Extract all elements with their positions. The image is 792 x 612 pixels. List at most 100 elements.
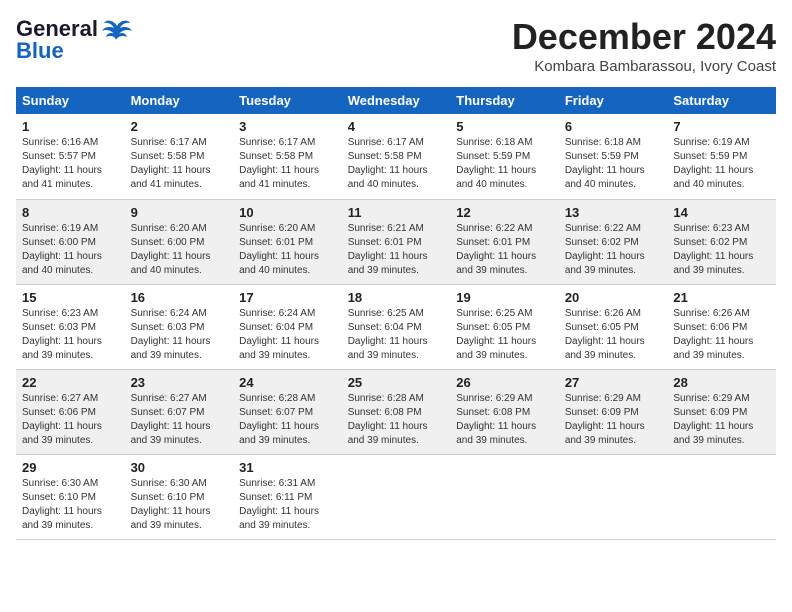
calendar-cell: 6 Sunrise: 6:18 AM Sunset: 5:59 PM Daylig… (559, 114, 668, 199)
page-header: General Blue December 2024 Kombara Bamba… (16, 16, 776, 75)
calendar-cell: 30 Sunrise: 6:30 AM Sunset: 6:10 PM Dayli… (125, 454, 234, 539)
day-info: Sunrise: 6:30 AM Sunset: 6:10 PM Dayligh… (131, 477, 228, 533)
day-number: 18 (348, 290, 445, 305)
day-info: Sunrise: 6:26 AM Sunset: 6:05 PM Dayligh… (565, 307, 662, 363)
day-number: 19 (456, 290, 553, 305)
header-sunday: Sunday (16, 87, 125, 114)
day-number: 8 (22, 205, 119, 220)
day-info: Sunrise: 6:21 AM Sunset: 6:01 PM Dayligh… (348, 222, 445, 278)
week-row-5: 29 Sunrise: 6:30 AM Sunset: 6:10 PM Dayli… (16, 454, 776, 539)
calendar-cell (450, 454, 559, 539)
day-number: 29 (22, 460, 119, 475)
calendar-cell: 18 Sunrise: 6:25 AM Sunset: 6:04 PM Dayli… (342, 284, 451, 369)
header-saturday: Saturday (667, 87, 776, 114)
day-number: 26 (456, 375, 553, 390)
calendar-cell: 5Sunrise: 6:18 AM Sunset: 5:59 PM Daylig… (450, 114, 559, 199)
day-info: Sunrise: 6:28 AM Sunset: 6:07 PM Dayligh… (239, 392, 336, 448)
calendar-header-row: SundayMondayTuesdayWednesdayThursdayFrid… (16, 87, 776, 114)
location: Kombara Bambarassou, Ivory Coast (512, 58, 776, 75)
day-number: 7 (673, 119, 770, 134)
calendar-table: SundayMondayTuesdayWednesdayThursdayFrid… (16, 87, 776, 540)
day-info: Sunrise: 6:27 AM Sunset: 6:07 PM Dayligh… (131, 392, 228, 448)
day-number: 17 (239, 290, 336, 305)
calendar-cell: 17Sunrise: 6:24 AM Sunset: 6:04 PM Dayli… (233, 284, 342, 369)
calendar-cell: 2 Sunrise: 6:17 AM Sunset: 5:58 PM Daylig… (125, 114, 234, 199)
calendar-cell: 21 Sunrise: 6:26 AM Sunset: 6:06 PM Dayli… (667, 284, 776, 369)
month-title: December 2024 (512, 16, 776, 58)
day-info: Sunrise: 6:20 AM Sunset: 6:00 PM Dayligh… (131, 222, 228, 278)
header-friday: Friday (559, 87, 668, 114)
calendar-cell: 12 Sunrise: 6:22 AM Sunset: 6:01 PM Dayli… (450, 199, 559, 284)
calendar-cell: 1Sunrise: 6:16 AM Sunset: 5:57 PM Daylig… (16, 114, 125, 199)
calendar-cell: 9 Sunrise: 6:20 AM Sunset: 6:00 PM Daylig… (125, 199, 234, 284)
day-number: 30 (131, 460, 228, 475)
calendar-cell: 10Sunrise: 6:20 AM Sunset: 6:01 PM Dayli… (233, 199, 342, 284)
calendar-cell: 11Sunrise: 6:21 AM Sunset: 6:01 PM Dayli… (342, 199, 451, 284)
day-info: Sunrise: 6:23 AM Sunset: 6:03 PM Dayligh… (22, 307, 119, 363)
day-number: 31 (239, 460, 336, 475)
day-number: 4 (348, 119, 445, 134)
day-info: Sunrise: 6:17 AM Sunset: 5:58 PM Dayligh… (239, 136, 336, 192)
day-info: Sunrise: 6:25 AM Sunset: 6:05 PM Dayligh… (456, 307, 553, 363)
day-number: 12 (456, 205, 553, 220)
title-section: December 2024 Kombara Bambarassou, Ivory… (512, 16, 776, 75)
calendar-cell: 25Sunrise: 6:28 AM Sunset: 6:08 PM Dayli… (342, 369, 451, 454)
day-number: 6 (565, 119, 662, 134)
day-info: Sunrise: 6:27 AM Sunset: 6:06 PM Dayligh… (22, 392, 119, 448)
header-monday: Monday (125, 87, 234, 114)
day-number: 22 (22, 375, 119, 390)
week-row-1: 1Sunrise: 6:16 AM Sunset: 5:57 PM Daylig… (16, 114, 776, 199)
calendar-cell: 13Sunrise: 6:22 AM Sunset: 6:02 PM Dayli… (559, 199, 668, 284)
day-number: 15 (22, 290, 119, 305)
header-wednesday: Wednesday (342, 87, 451, 114)
day-number: 24 (239, 375, 336, 390)
day-number: 23 (131, 375, 228, 390)
calendar-cell: 31 Sunrise: 6:31 AM Sunset: 6:11 PM Dayli… (233, 454, 342, 539)
day-info: Sunrise: 6:30 AM Sunset: 6:10 PM Dayligh… (22, 477, 119, 533)
day-number: 21 (673, 290, 770, 305)
day-number: 25 (348, 375, 445, 390)
calendar-cell (559, 454, 668, 539)
calendar-cell: 24 Sunrise: 6:28 AM Sunset: 6:07 PM Dayli… (233, 369, 342, 454)
day-info: Sunrise: 6:18 AM Sunset: 5:59 PM Dayligh… (565, 136, 662, 192)
calendar-cell: 14Sunrise: 6:23 AM Sunset: 6:02 PM Dayli… (667, 199, 776, 284)
day-number: 2 (131, 119, 228, 134)
calendar-cell: 28 Sunrise: 6:29 AM Sunset: 6:09 PM Dayli… (667, 369, 776, 454)
calendar-cell: 8 Sunrise: 6:19 AM Sunset: 6:00 PM Daylig… (16, 199, 125, 284)
calendar-cell: 16Sunrise: 6:24 AM Sunset: 6:03 PM Dayli… (125, 284, 234, 369)
week-row-3: 15 Sunrise: 6:23 AM Sunset: 6:03 PM Dayli… (16, 284, 776, 369)
calendar-cell: 29 Sunrise: 6:30 AM Sunset: 6:10 PM Dayli… (16, 454, 125, 539)
day-info: Sunrise: 6:26 AM Sunset: 6:06 PM Dayligh… (673, 307, 770, 363)
header-thursday: Thursday (450, 87, 559, 114)
day-number: 14 (673, 205, 770, 220)
day-info: Sunrise: 6:31 AM Sunset: 6:11 PM Dayligh… (239, 477, 336, 533)
day-info: Sunrise: 6:25 AM Sunset: 6:04 PM Dayligh… (348, 307, 445, 363)
day-info: Sunrise: 6:29 AM Sunset: 6:08 PM Dayligh… (456, 392, 553, 448)
day-info: Sunrise: 6:17 AM Sunset: 5:58 PM Dayligh… (131, 136, 228, 192)
day-info: Sunrise: 6:19 AM Sunset: 6:00 PM Dayligh… (22, 222, 119, 278)
calendar-cell (667, 454, 776, 539)
calendar-cell: 19 Sunrise: 6:25 AM Sunset: 6:05 PM Dayli… (450, 284, 559, 369)
calendar-cell: 4 Sunrise: 6:17 AM Sunset: 5:58 PM Daylig… (342, 114, 451, 199)
day-number: 3 (239, 119, 336, 134)
day-number: 5 (456, 119, 553, 134)
week-row-4: 22 Sunrise: 6:27 AM Sunset: 6:06 PM Dayli… (16, 369, 776, 454)
day-number: 9 (131, 205, 228, 220)
day-number: 27 (565, 375, 662, 390)
calendar-cell: 7Sunrise: 6:19 AM Sunset: 5:59 PM Daylig… (667, 114, 776, 199)
logo-bird-icon (102, 18, 132, 40)
calendar-cell: 3 Sunrise: 6:17 AM Sunset: 5:58 PM Daylig… (233, 114, 342, 199)
calendar-cell: 22 Sunrise: 6:27 AM Sunset: 6:06 PM Dayli… (16, 369, 125, 454)
day-number: 1 (22, 119, 119, 134)
calendar-cell: 20Sunrise: 6:26 AM Sunset: 6:05 PM Dayli… (559, 284, 668, 369)
day-number: 28 (673, 375, 770, 390)
logo: General Blue (16, 16, 132, 64)
day-info: Sunrise: 6:29 AM Sunset: 6:09 PM Dayligh… (673, 392, 770, 448)
day-info: Sunrise: 6:22 AM Sunset: 6:01 PM Dayligh… (456, 222, 553, 278)
calendar-cell: 15 Sunrise: 6:23 AM Sunset: 6:03 PM Dayli… (16, 284, 125, 369)
calendar-cell (342, 454, 451, 539)
day-info: Sunrise: 6:17 AM Sunset: 5:58 PM Dayligh… (348, 136, 445, 192)
week-row-2: 8 Sunrise: 6:19 AM Sunset: 6:00 PM Daylig… (16, 199, 776, 284)
day-number: 13 (565, 205, 662, 220)
day-info: Sunrise: 6:20 AM Sunset: 6:01 PM Dayligh… (239, 222, 336, 278)
